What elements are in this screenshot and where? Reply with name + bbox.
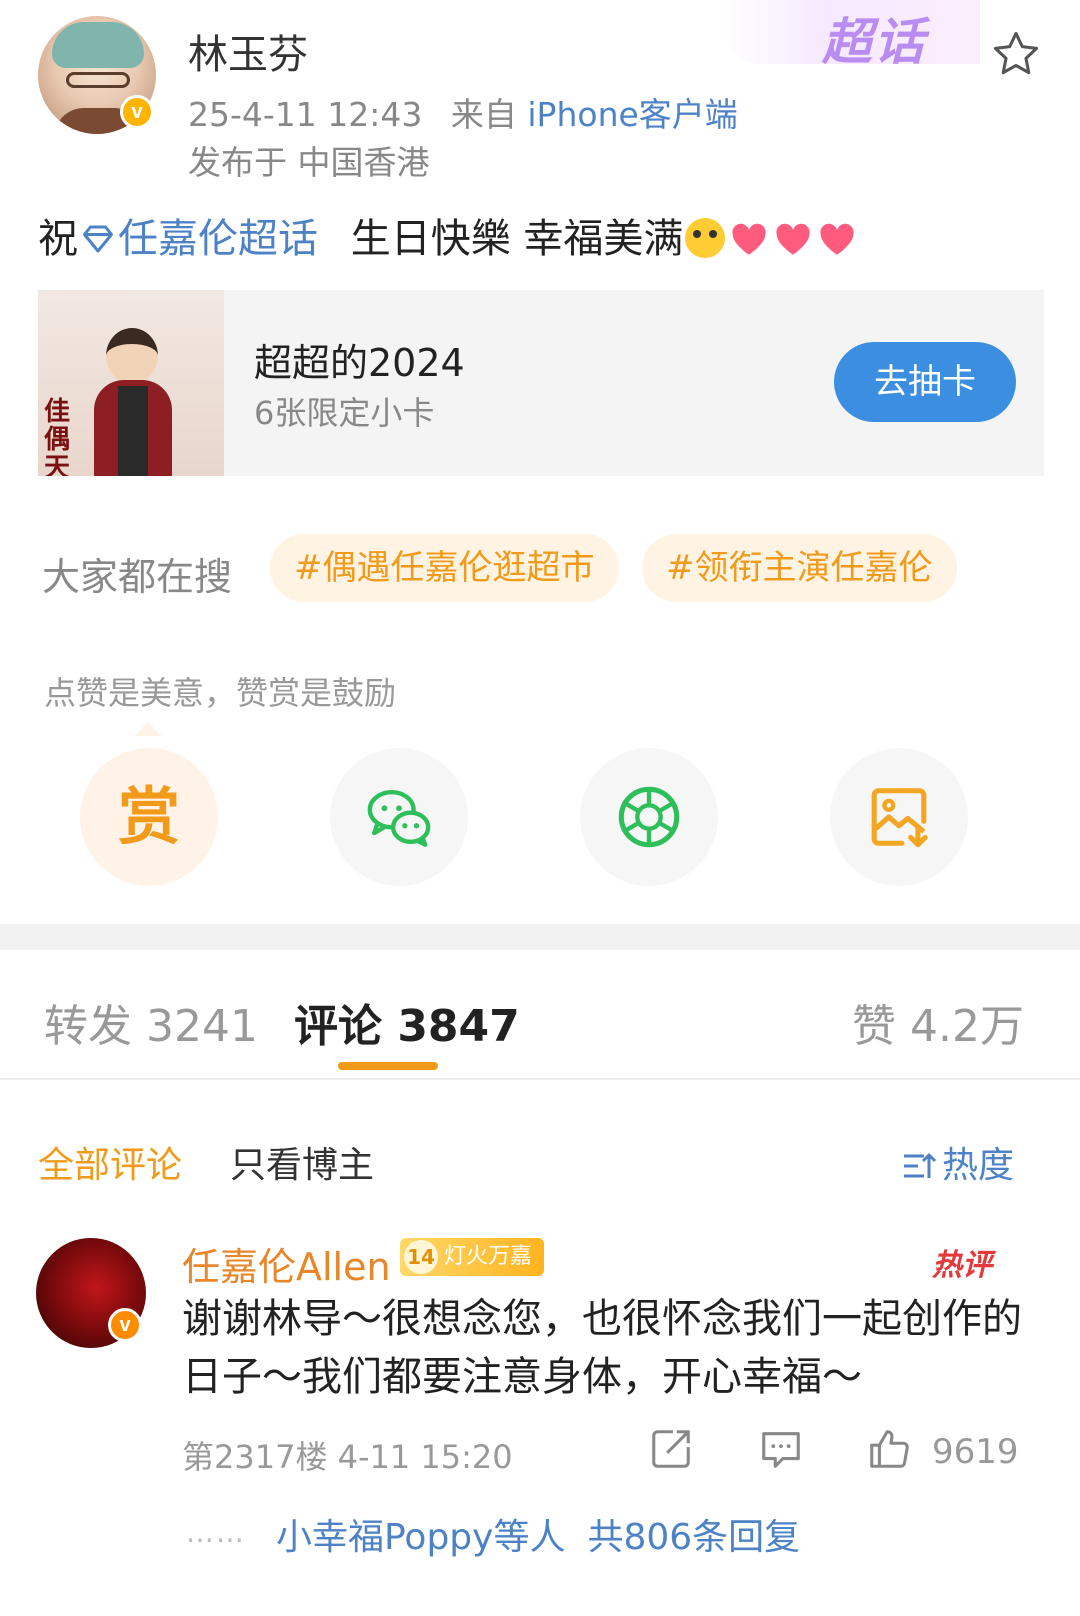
card-title: 超超的2024 bbox=[254, 341, 465, 385]
active-tab-indicator bbox=[338, 1062, 438, 1070]
thumbs-up-icon[interactable] bbox=[866, 1426, 912, 1472]
reward-tip: 点赞是美意，赞赏是鼓励 bbox=[44, 674, 397, 712]
draw-card-button[interactable]: 去抽卡 bbox=[834, 342, 1016, 422]
post-text: 祝任嘉伦超话 生日快樂 幸福美满 bbox=[38, 206, 857, 264]
comment-like-count: 9619 bbox=[932, 1432, 1019, 1472]
reply-users: 小幸福Poppy等人 bbox=[276, 1517, 566, 1558]
hot-comment-tag: 热评 bbox=[932, 1248, 992, 1283]
wechat-share-button[interactable] bbox=[330, 748, 468, 886]
reward-tip-pointer bbox=[134, 722, 162, 736]
sort-button[interactable]: 热度 bbox=[902, 1136, 1014, 1188]
topic-link[interactable]: 任嘉伦超话 bbox=[118, 216, 318, 262]
star-icon[interactable] bbox=[990, 28, 1042, 80]
sort-icon bbox=[904, 1153, 937, 1178]
commenter-name[interactable]: 任嘉伦Allen bbox=[182, 1236, 391, 1291]
filter-author-only[interactable]: 只看博主 bbox=[230, 1136, 374, 1188]
search-tag[interactable]: #领衔主演任嘉伦 bbox=[642, 534, 957, 602]
comment-text: 谢谢林导～很想念您，也很怀念我们一起创作的日子～我们都要注意身体，开心幸福～ bbox=[182, 1296, 1022, 1400]
tabs-divider bbox=[0, 1078, 1080, 1080]
tab-comment[interactable]: 评论 3847 bbox=[294, 990, 520, 1054]
post-text-before: 祝 bbox=[38, 216, 78, 262]
post-location: 发布于 中国香港 bbox=[188, 143, 430, 182]
sort-label: 热度 bbox=[942, 1145, 1015, 1186]
card-subtitle: 6张限定小卡 bbox=[254, 394, 435, 432]
post-timestamp: 25-4-11 12:43 bbox=[188, 95, 423, 134]
card-calligraphy: 佳偶天成 bbox=[44, 397, 71, 476]
section-divider bbox=[0, 924, 1080, 950]
heart-emoji-icon bbox=[776, 223, 811, 255]
heart-emoji-icon bbox=[732, 223, 767, 255]
post-source[interactable]: iPhone客户端 bbox=[527, 95, 737, 134]
card-thumbnail: 佳偶天成 bbox=[38, 290, 224, 476]
card-banner[interactable]: 佳偶天成 超超的2024 6张限定小卡 去抽卡 bbox=[38, 290, 1044, 476]
reply-dots: ⋯⋯ bbox=[186, 1523, 246, 1556]
share-icon[interactable] bbox=[648, 1426, 694, 1472]
heart-emoji-icon bbox=[820, 223, 855, 255]
blush-emoji-icon bbox=[685, 218, 726, 258]
chaohua-badge[interactable]: 超话 bbox=[822, 2, 926, 74]
view-replies-link[interactable]: ⋯⋯ 小幸福Poppy等人 共806条回复 bbox=[186, 1508, 800, 1560]
moments-icon bbox=[618, 786, 680, 848]
reply-total: 共806条回复 bbox=[587, 1517, 801, 1558]
post-text-after: 生日快樂 幸福美满 bbox=[350, 216, 684, 262]
wechat-icon bbox=[367, 790, 431, 847]
comment-reply-icon[interactable] bbox=[758, 1426, 804, 1472]
diamond-icon bbox=[83, 225, 113, 253]
fan-level: 14 bbox=[404, 1240, 438, 1274]
verified-badge-icon: v bbox=[120, 95, 154, 129]
verified-badge-icon: v bbox=[108, 1308, 142, 1342]
search-tag[interactable]: #偶遇任嘉伦逛超市 bbox=[270, 534, 619, 602]
tab-forward[interactable]: 转发 3241 bbox=[44, 990, 258, 1054]
fan-badge[interactable]: 14 灯火万嘉 bbox=[400, 1238, 545, 1276]
author-name[interactable]: 林玉芬 bbox=[188, 22, 308, 80]
filter-all-comments[interactable]: 全部评论 bbox=[38, 1136, 182, 1188]
source-prefix: 来自 bbox=[450, 95, 517, 134]
search-label: 大家都在搜 bbox=[42, 555, 233, 599]
reward-glyph: 赏 bbox=[117, 780, 180, 853]
save-image-icon bbox=[871, 788, 928, 848]
reward-button[interactable]: 赏 bbox=[80, 748, 218, 886]
save-image-button[interactable] bbox=[830, 748, 968, 886]
moments-share-button[interactable] bbox=[580, 748, 718, 886]
tab-like[interactable]: 赞 4.2万 bbox=[852, 990, 1024, 1054]
post-meta: 25-4-11 12:43 来自 iPhone客户端 bbox=[188, 88, 738, 136]
fan-title: 灯火万嘉 bbox=[444, 1244, 533, 1269]
comment-meta: 第2317楼 4-11 15:20 bbox=[182, 1438, 513, 1476]
